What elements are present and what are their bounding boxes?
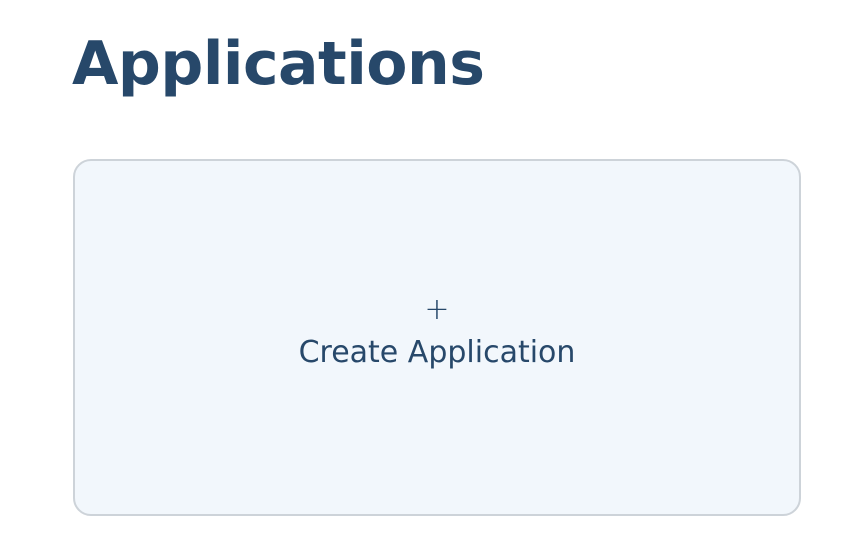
create-application-button[interactable]: + Create Application: [73, 159, 801, 516]
create-application-label: Create Application: [298, 334, 576, 370]
plus-icon: +: [424, 291, 450, 327]
page-title: Applications: [72, 29, 485, 99]
